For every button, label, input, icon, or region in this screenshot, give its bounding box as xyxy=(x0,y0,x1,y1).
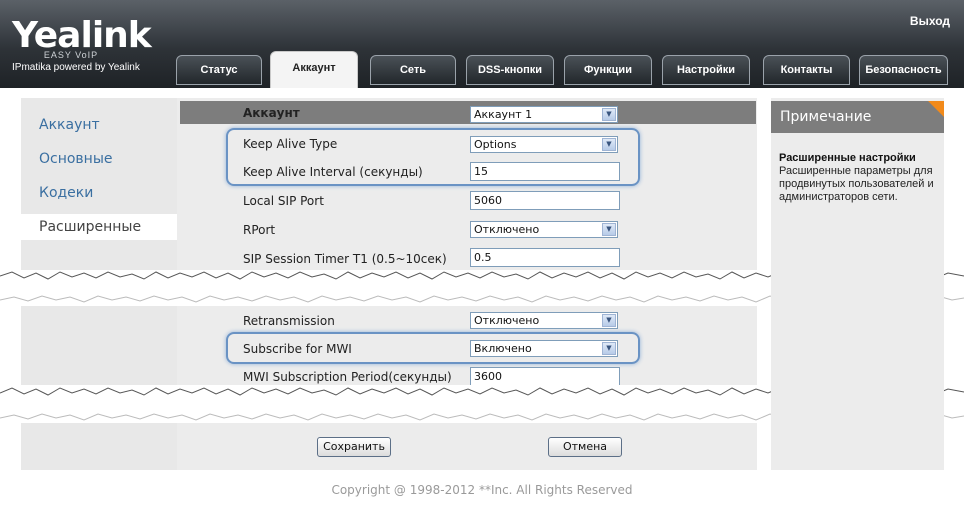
retransmission-select[interactable]: Отключено ▼ xyxy=(470,312,618,329)
local-sip-port-label: Local SIP Port xyxy=(243,194,324,208)
tab-status[interactable]: Статус xyxy=(176,55,262,85)
main-panel-bottom xyxy=(177,423,757,470)
chevron-down-icon: ▼ xyxy=(602,108,616,121)
sip-timer-label: SIP Session Timer T1 (0.5~10сек) xyxy=(243,252,447,266)
local-sip-port-input[interactable]: 5060 xyxy=(470,191,620,210)
rport-label: RPort xyxy=(243,223,276,237)
rport-select[interactable]: Отключено ▼ xyxy=(470,221,618,238)
note-title: Расширенные настройки xyxy=(779,152,916,164)
rport-value: Отключено xyxy=(474,223,540,236)
account-select[interactable]: Аккаунт 1 ▼ xyxy=(470,106,618,123)
chevron-down-icon: ▼ xyxy=(602,223,616,236)
copyright: Copyright @ 1998-2012 **Inc. All Rights … xyxy=(331,483,633,497)
logo-tagline: IPmatika powered by Yealink xyxy=(12,62,140,73)
tab-features[interactable]: Функции xyxy=(564,55,652,85)
note-text: Расширенные параметры для продвинутых по… xyxy=(779,165,934,203)
logo-brand: Yealink xyxy=(12,15,152,56)
sidebar-bottom xyxy=(21,423,177,470)
tab-settings[interactable]: Настройки xyxy=(662,55,750,85)
tab-security[interactable]: Безопасность xyxy=(859,55,948,85)
tab-contacts[interactable]: Контакты xyxy=(763,55,850,85)
highlight-mwi xyxy=(226,332,640,364)
sidebar-item-advanced[interactable]: Расширенные xyxy=(21,214,177,240)
sidebar-item-account[interactable]: Аккаунт xyxy=(21,112,177,138)
mwi-period-input[interactable]: 3600 xyxy=(470,367,620,386)
sidebar-item-basic[interactable]: Основные xyxy=(21,146,177,172)
cancel-button[interactable]: Отмена xyxy=(548,437,622,457)
save-button[interactable]: Сохранить xyxy=(317,437,391,457)
sip-timer-input[interactable]: 0.5 xyxy=(470,248,620,267)
sidebar-item-codecs[interactable]: Кодеки xyxy=(21,180,177,206)
mwi-period-label: MWI Subscription Period(секунды) xyxy=(243,370,452,384)
highlight-keep-alive xyxy=(226,128,640,186)
tab-dss-keys[interactable]: DSS-кнопки xyxy=(466,55,554,85)
note-corner-accent xyxy=(928,101,944,117)
tab-account[interactable]: Аккаунт xyxy=(270,51,358,89)
note-header: Примечание xyxy=(771,101,944,133)
yealink-logo: Yealink EASY VoIP IPmatika powered by Ye… xyxy=(12,15,152,74)
retransmission-label: Retransmission xyxy=(243,314,335,328)
retransmission-value: Отключено xyxy=(474,314,540,327)
chevron-down-icon: ▼ xyxy=(602,314,616,327)
account-select-value: Аккаунт 1 xyxy=(474,108,533,121)
tab-network[interactable]: Сеть xyxy=(370,55,456,85)
exit-link[interactable]: Выход xyxy=(910,14,950,28)
account-label: Аккаунт xyxy=(243,106,300,120)
